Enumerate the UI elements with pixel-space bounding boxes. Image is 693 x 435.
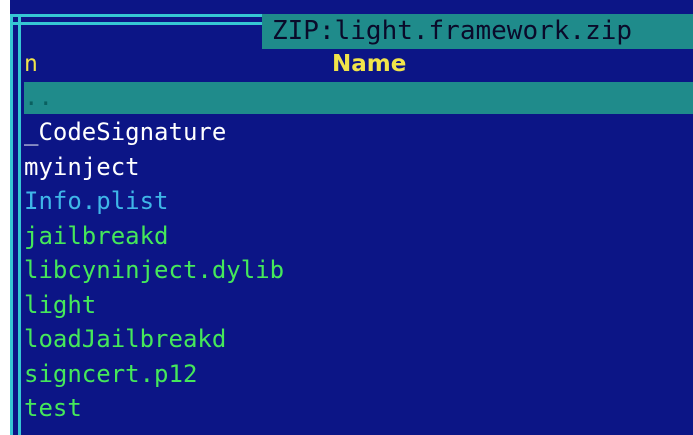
column-header-name[interactable]: Name [332, 48, 406, 80]
file-entry-info-plist[interactable]: Info.plist [24, 184, 693, 219]
file-list: _CodeSignature myinject Info.plist jailb… [24, 115, 693, 426]
file-entry-signcert[interactable]: signcert.p12 [24, 357, 693, 392]
file-entry-codesignature[interactable]: _CodeSignature [24, 115, 693, 150]
parent-directory-label: .. [24, 83, 53, 111]
frame-line-left-inner [18, 14, 21, 435]
file-entry-light[interactable]: light [24, 288, 693, 323]
file-entry-libcyninject[interactable]: libcyninject.dylib [24, 253, 693, 288]
column-header-row: n Name [24, 48, 693, 80]
file-entry-test[interactable]: test [24, 391, 693, 426]
file-entry-loadjailbreakd[interactable]: loadJailbreakd [24, 322, 693, 357]
file-entry-jailbreakd[interactable]: jailbreakd [24, 219, 693, 254]
column-header-n[interactable]: n [24, 48, 38, 80]
file-entry-myinject[interactable]: myinject [24, 150, 693, 185]
frame-line-left-outer [10, 14, 13, 435]
parent-directory-entry[interactable]: .. [24, 82, 693, 114]
file-panel: ZIP:light.framework.zip n Name .. _CodeS… [10, 0, 693, 435]
panel-title: ZIP:light.framework.zip [262, 14, 693, 49]
